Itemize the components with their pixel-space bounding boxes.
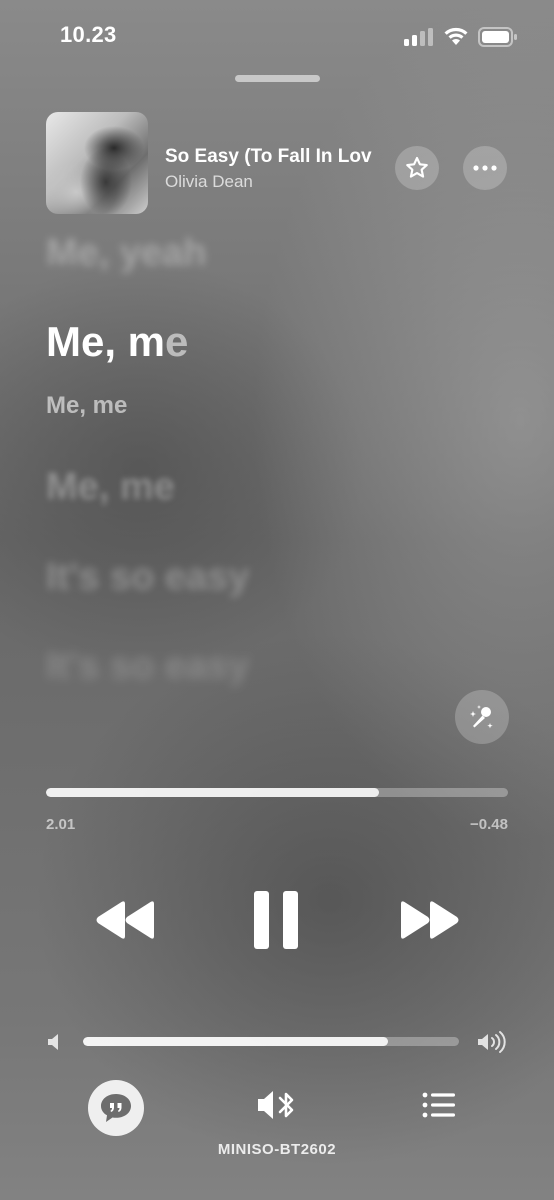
speaker-high-icon (478, 1031, 506, 1053)
sheet-grabber[interactable] (235, 75, 320, 82)
lyric-line-upcoming[interactable]: It's so easy (46, 645, 249, 688)
speaker-low-icon (48, 1034, 58, 1050)
output-device-label: MINISO-BT2602 (217, 1141, 337, 1158)
lyrics-quote-icon (101, 1094, 131, 1122)
more-button[interactable] (463, 146, 507, 190)
audio-output-button[interactable] (256, 1087, 300, 1123)
status-time: 10.23 (60, 22, 117, 47)
playback-progress-fill (46, 788, 379, 797)
volume-slider[interactable] (83, 1037, 459, 1046)
song-title[interactable]: So Easy (To Fall In Lov (165, 146, 387, 168)
lyric-line-next[interactable]: Me, me (46, 392, 127, 420)
lyrics-button[interactable] (88, 1080, 144, 1136)
favorite-button[interactable] (395, 146, 439, 190)
queue-button[interactable] (421, 1090, 457, 1120)
speaker-bluetooth-icon (258, 1091, 294, 1119)
remaining-time: −0.48 (470, 816, 508, 833)
forward-button[interactable] (398, 900, 460, 940)
lyric-current-unsung: e (165, 318, 189, 365)
play-pause-button[interactable] (254, 891, 300, 949)
lyric-line-previous[interactable]: Me, yeah (46, 232, 207, 275)
lyric-line-current[interactable]: Me, me (46, 318, 188, 366)
lyric-line-upcoming[interactable]: It's so easy (46, 556, 249, 599)
volume-level-fill (83, 1037, 388, 1046)
battery-icon (478, 27, 517, 47)
pause-icon (254, 891, 298, 949)
signal-icon (404, 28, 433, 46)
queue-list-icon (422, 1092, 455, 1118)
lyric-line-upcoming[interactable]: Me, me (46, 466, 175, 509)
fast-forward-icon (401, 901, 459, 939)
elapsed-time: 2.01 (46, 816, 76, 833)
star-icon (406, 156, 428, 178)
lyric-current-sung: Me, m (46, 318, 166, 365)
wifi-icon (444, 27, 468, 45)
rewind-icon (96, 901, 154, 939)
song-artist[interactable]: Olivia Dean (165, 172, 387, 192)
playback-scrubber[interactable] (46, 788, 508, 797)
sing-along-button[interactable] (455, 690, 509, 744)
ellipsis-icon (473, 165, 497, 171)
album-art[interactable] (46, 112, 148, 214)
microphone-sparkle-icon (470, 705, 493, 729)
rewind-button[interactable] (95, 900, 157, 940)
